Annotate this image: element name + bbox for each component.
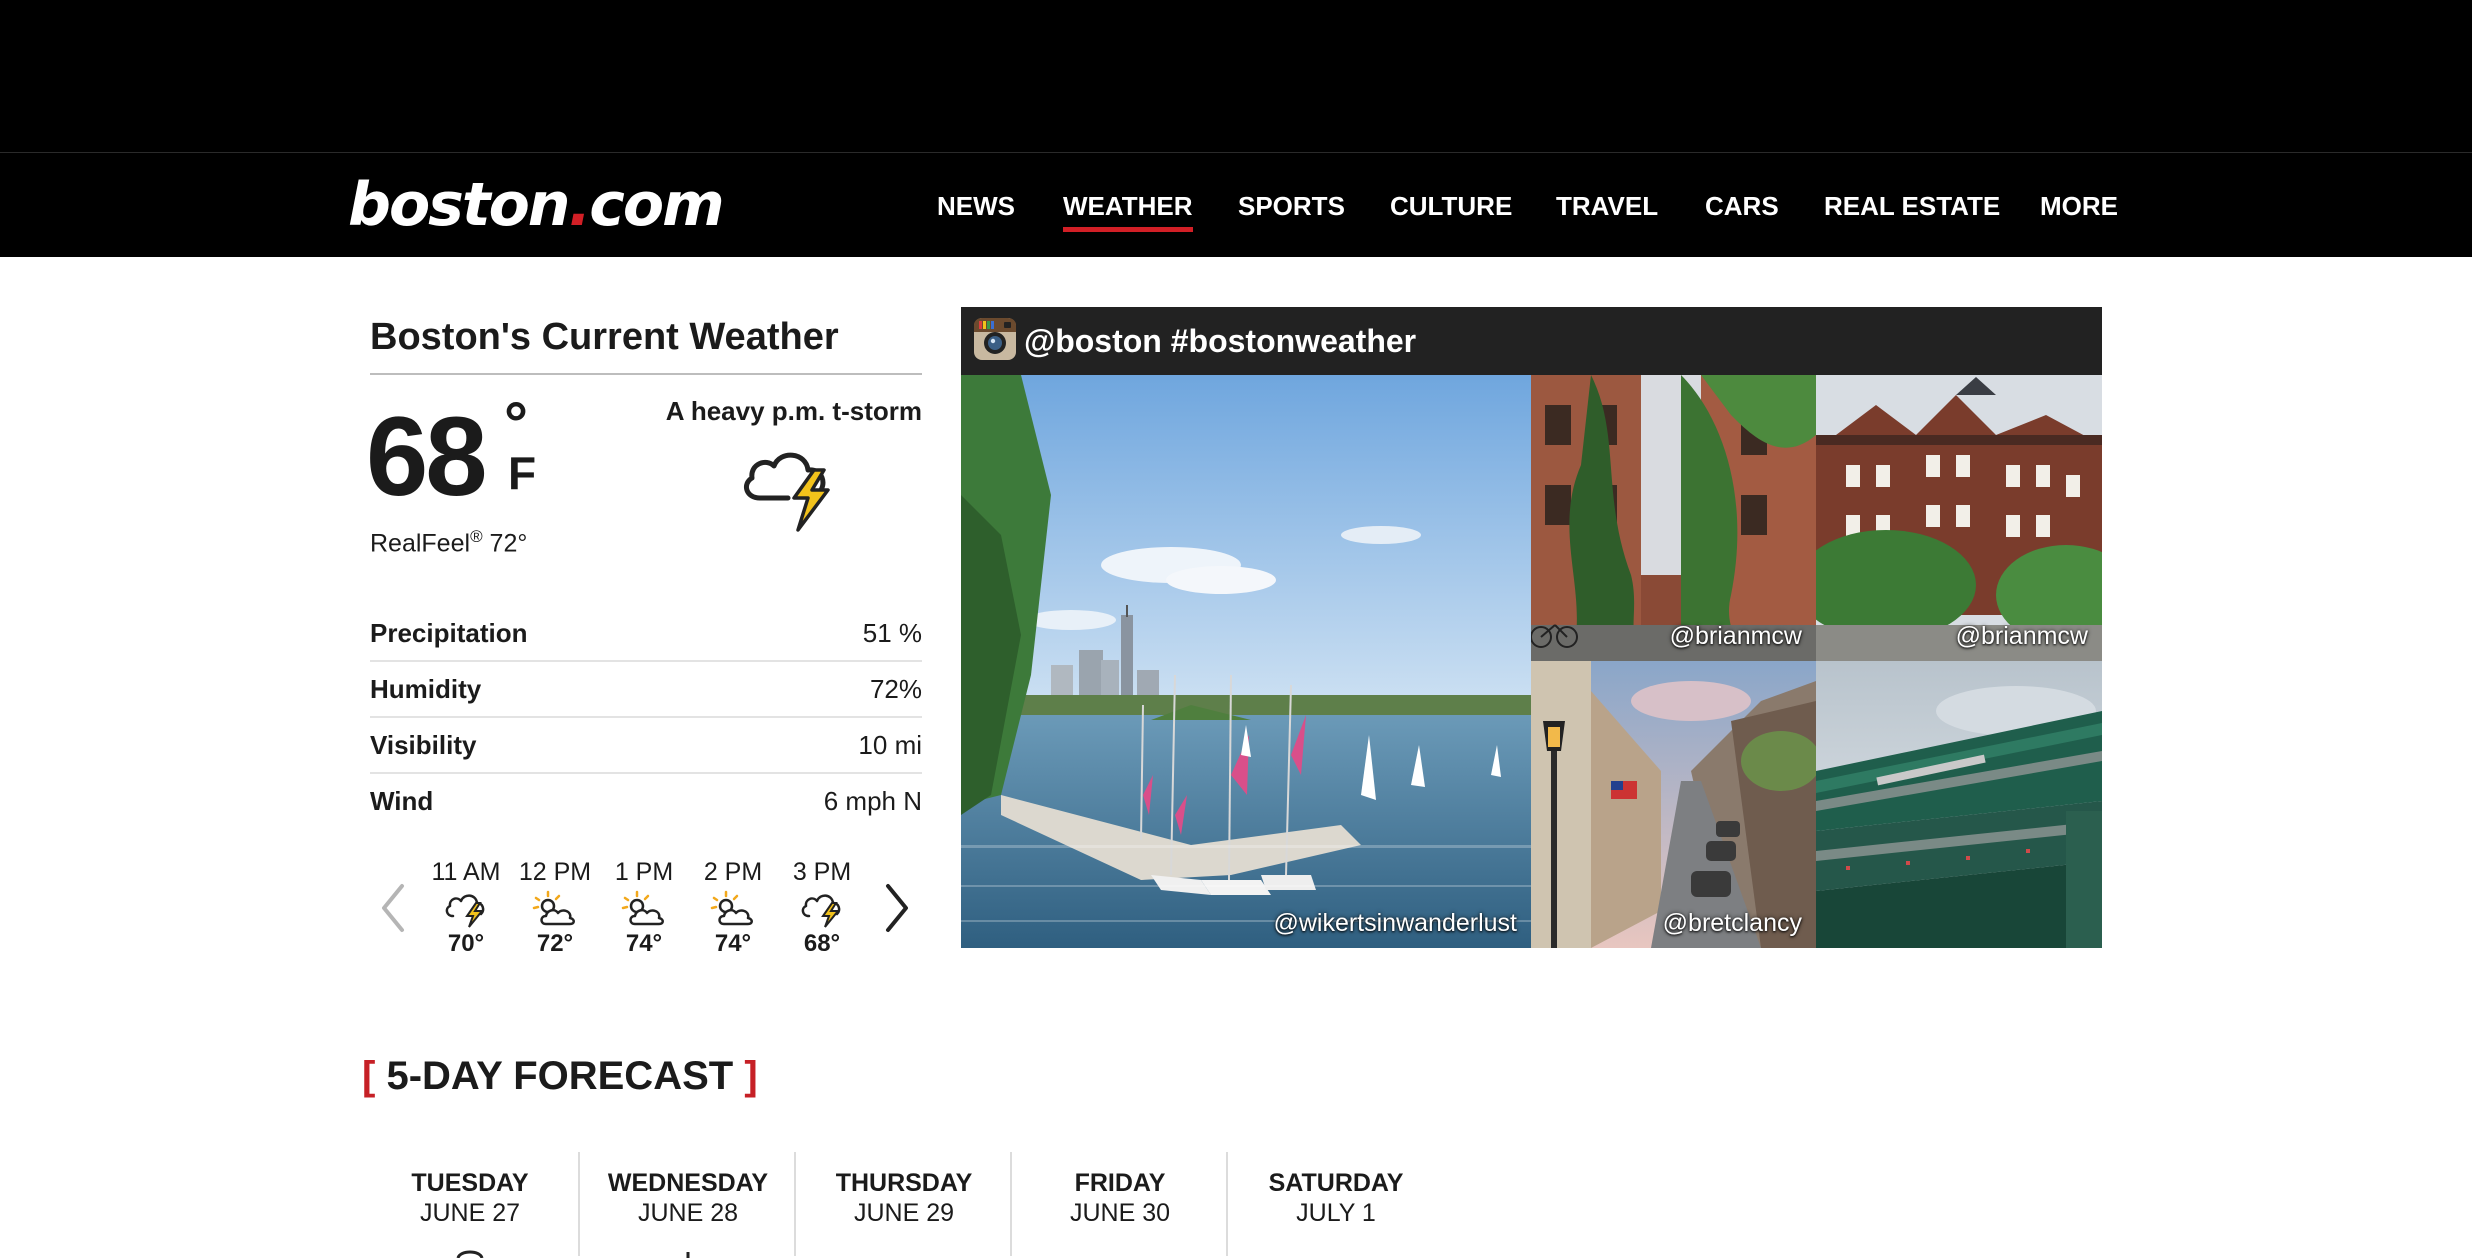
realfeel-mark: ® — [470, 527, 483, 546]
stat-label: Precipitation — [370, 618, 528, 648]
nav-sports[interactable]: SPORTS — [1238, 190, 1345, 222]
day-date: JUNE 29 — [853, 1199, 955, 1227]
partly-sunny-icon — [621, 890, 664, 926]
nav-more[interactable]: MORE — [2040, 190, 2118, 222]
hour-item: 2 PM 74° — [689, 856, 777, 960]
nav-cars[interactable]: CARS — [1705, 190, 1779, 222]
hour-temp: 74° — [625, 930, 663, 957]
stat-value: 10 mi — [858, 730, 922, 760]
hour-temp: 72° — [536, 930, 574, 957]
current-temperature: 68 — [366, 394, 488, 519]
ivy-brownstone-photo — [1531, 375, 1816, 661]
weather-stats: Precipitation 51 % Humidity 72% Visibility… — [370, 606, 922, 828]
hour-item: 12 PM 72° — [511, 856, 599, 960]
current-weather-title: Boston's Current Weather — [370, 316, 839, 358]
stat-value: 51 % — [862, 618, 922, 648]
stat-value: 72% — [869, 674, 922, 704]
forecast-day[interactable]: WEDNESDAY JUNE 28 — [578, 1152, 796, 1258]
forecast-day[interactable]: THURSDAY JUNE 29 — [794, 1152, 1012, 1256]
day-date: JUNE 27 — [419, 1199, 521, 1227]
site-header: boston.com NEWS WEATHER SPORTS CULTURE T… — [0, 152, 2472, 257]
hourly-forecast: 11 AM 70° 12 PM 72° 1 PM 74° 2 PM 74° 3 … — [370, 856, 922, 976]
instagram-title: @boston #bostonweather — [1024, 323, 1417, 359]
day-name: TUESDAY — [411, 1169, 529, 1197]
title-divider — [370, 373, 922, 375]
stat-value: 6 mph N — [823, 786, 922, 816]
forecast-day[interactable]: FRIDAY JUNE 30 — [1010, 1152, 1228, 1256]
instagram-widget: @boston #bostonweather @wikertsinwanderl… — [961, 307, 2102, 948]
stat-wind: Wind 6 mph N — [370, 774, 922, 828]
top-ad-bar — [0, 0, 2472, 152]
instagram-photo[interactable]: @brianmcw — [1531, 375, 1816, 661]
thunderstorm-icon — [743, 452, 830, 532]
weather-icon — [456, 1250, 484, 1258]
weather-icon — [686, 1252, 690, 1258]
hour-item: 3 PM 68° — [778, 856, 866, 960]
instagram-photo[interactable] — [1816, 661, 2102, 948]
day-name: WEDNESDAY — [607, 1169, 769, 1197]
hour-time: 2 PM — [703, 858, 763, 886]
hour-time: 1 PM — [614, 858, 674, 886]
instagram-icon[interactable] — [973, 317, 1017, 361]
forecast-title-text: 5-DAY FORECAST — [386, 1054, 734, 1098]
hour-temp: 74° — [714, 930, 752, 957]
hour-temp: 70° — [447, 930, 485, 957]
day-date: JULY 1 — [1296, 1199, 1376, 1227]
realfeel: RealFeel® 72° — [370, 520, 527, 560]
hour-time: 12 PM — [518, 858, 592, 886]
day-name: SATURDAY — [1268, 1169, 1404, 1197]
stat-humidity: Humidity 72% — [370, 662, 922, 718]
day-name: THURSDAY — [835, 1169, 973, 1197]
partly-sunny-icon — [532, 890, 575, 926]
fenway-photo — [1816, 661, 2102, 948]
photo-credit[interactable]: @brianmcw — [1670, 621, 1802, 651]
photo-credit[interactable]: @bretclancy — [1663, 908, 1802, 938]
day-date: JUNE 30 — [1069, 1199, 1171, 1227]
chevron-left-icon[interactable] — [374, 878, 414, 938]
forecast-title: [ 5-DAY FORECAST ] — [362, 1050, 758, 1102]
temperature-unit: F — [508, 447, 537, 499]
bracket-close: ] — [744, 1054, 758, 1098]
stat-visibility: Visibility 10 mi — [370, 718, 922, 774]
charles-river-photo — [961, 375, 1531, 948]
day-name: FRIDAY — [1074, 1169, 1166, 1197]
instagram-photo[interactable]: @brianmcw — [1816, 375, 2102, 661]
condition-text: A heavy p.m. t-storm — [665, 396, 922, 426]
hour-item: 1 PM 74° — [600, 856, 688, 960]
forecast-day[interactable]: TUESDAY JUNE 27 — [362, 1152, 578, 1258]
photo-credit[interactable]: @brianmcw — [1956, 621, 2088, 651]
bracket-open: [ — [362, 1054, 376, 1098]
instagram-photo[interactable]: @bretclancy — [1531, 661, 1816, 948]
street-photo — [1531, 661, 1816, 948]
hour-time: 11 AM — [431, 858, 501, 886]
photo-credit[interactable]: @wikertsinwanderlust — [1273, 908, 1517, 938]
site-logo[interactable]: boston.com — [348, 169, 725, 241]
forecast-day[interactable]: SATURDAY JULY 1 — [1226, 1152, 1444, 1256]
nav-culture[interactable]: CULTURE — [1390, 190, 1512, 222]
chevron-right-icon[interactable] — [876, 878, 916, 938]
stat-label: Wind — [370, 786, 434, 816]
partly-sunny-icon — [710, 890, 753, 926]
stat-label: Humidity — [370, 674, 482, 704]
instagram-header: @boston #bostonweather — [961, 307, 2102, 375]
stat-precipitation: Precipitation 51 % — [370, 606, 922, 662]
temperature-degree: ° — [504, 390, 528, 457]
realfeel-value: 72° — [489, 529, 528, 558]
day-date: JUNE 28 — [637, 1199, 739, 1227]
nav-news[interactable]: NEWS — [937, 190, 1015, 222]
brownstones-photo — [1816, 375, 2102, 661]
thunderstorm-icon — [801, 894, 841, 928]
stat-label: Visibility — [370, 730, 477, 760]
nav-weather[interactable]: WEATHER — [1063, 190, 1193, 232]
hour-temp: 68° — [803, 930, 841, 957]
nav-real-estate[interactable]: REAL ESTATE — [1824, 190, 2000, 222]
nav-travel[interactable]: TRAVEL — [1556, 190, 1658, 222]
instagram-photo[interactable]: @wikertsinwanderlust — [961, 375, 1531, 948]
hour-item: 11 AM 70° — [422, 856, 510, 960]
thunderstorm-icon — [445, 894, 485, 928]
hour-time: 3 PM — [792, 858, 852, 886]
realfeel-label: RealFeel — [370, 529, 471, 558]
